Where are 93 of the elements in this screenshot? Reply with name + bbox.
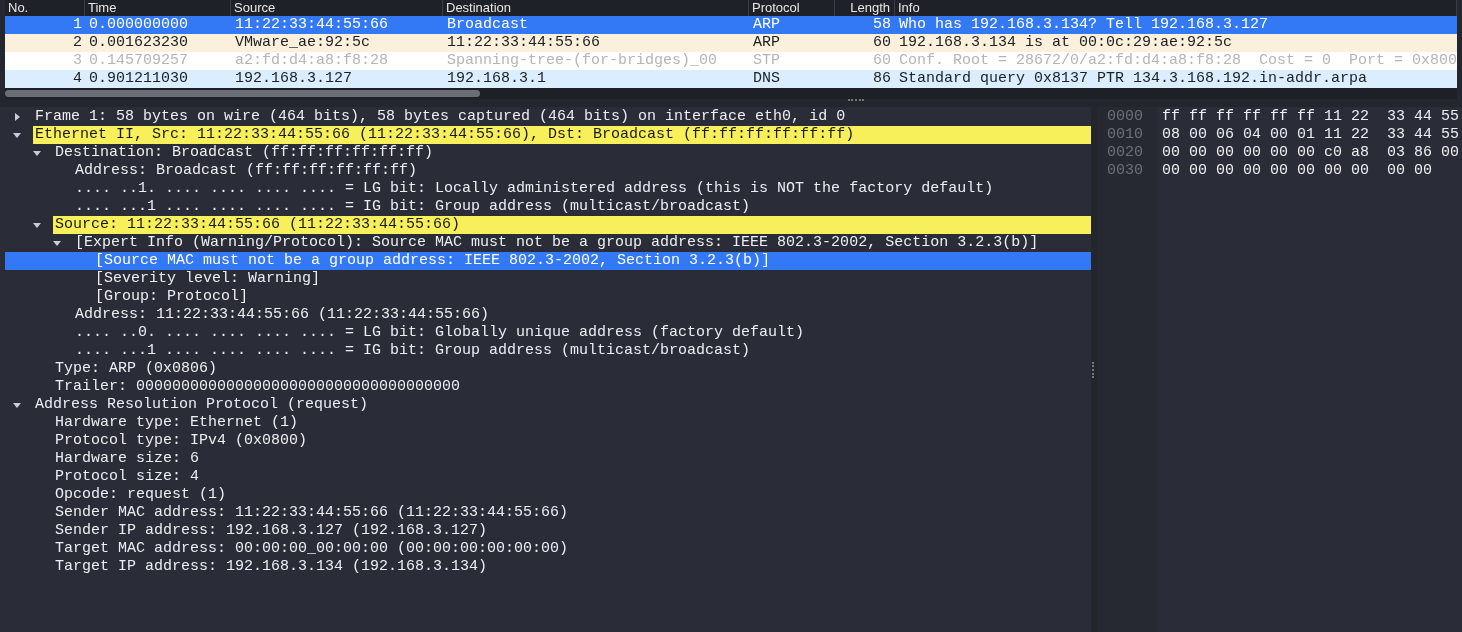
table-cell-text: 3 [71,52,83,70]
tree-row[interactable]: Trailer: 000000000000000000000000000000000000 [5,378,1091,396]
table-cell-text: Who has 192.168.3.134? Tell 192.168.3.127 [898,16,1270,34]
table-cell-text: STP [751,52,781,70]
byte-offset: 0010 [1107,126,1144,144]
field-text: Frame 1: 58 bytes on wire (464 bits), 58 bytes captured (464 bits) on interface eth0, id 0 [34,108,847,126]
tree-row[interactable]: Sender MAC address: 11:22:33:44:55:66 (11:22:33:44:55:66) [5,504,1091,522]
field-text: .... ..1. .... .... .... .... = LG bit: Locally administered address (this is NOT the factory default) [74,180,995,198]
field-text: Sender MAC address: 11:22:33:44:55:66 (11:22:33:44:55:66) [54,504,570,522]
field-text: Address Resolution Protocol (request) [34,396,370,414]
tree-row[interactable]: Protocol size: 4 [5,468,1091,486]
tree-row[interactable]: Protocol type: IPv4 (0x0800) [5,432,1091,450]
table-cell-text: Conf. Root = 28672/0/a2:fd:d4:a8:f8:28 Cost = 0 Port = 0x800 [897,52,1457,70]
field-text: Hardware size: 6 [54,450,201,468]
table-cell-text: 192.168.3.134 is at 00:0c:29:ae:92:5c [898,34,1234,52]
field-text: Opcode: request (1) [54,486,228,504]
table-cell-text: 1 [72,16,83,34]
byte-offset: 0020 [1107,144,1144,162]
hex-bytes: 00 00 00 00 00 00 00 00 00 00 [1162,162,1434,180]
tree-row[interactable]: Frame 1: 58 bytes on wire (464 bits), 58 bytes captured (464 bits) on interface eth0, id 0 [5,108,1091,126]
tree-row[interactable]: Destination: Broadcast (ff:ff:ff:ff:ff:ff) [5,144,1091,162]
table-cell-text: Broadcast [446,16,529,34]
table-cell-text: ARP [752,34,781,52]
collapse-arrow-icon[interactable] [13,401,21,409]
table-cell-text: Spanning-tree-(for-bridges)_00 [445,52,718,70]
field-text: .... ...1 .... .... .... .... = IG bit: Group address (multicast/broadcast) [74,342,752,360]
scrollbar-thumb[interactable] [5,90,480,97]
field-text: Address: Broadcast (ff:ff:ff:ff:ff:ff) [74,162,419,180]
field-text: Protocol type: IPv4 (0x0800) [54,432,309,450]
field-text: .... ..0. .... .... .... .... = LG bit: Globally unique address (factory default) [74,324,806,342]
field-text: Trailer: 000000000000000000000000000000000000 [54,378,462,396]
table-cell-text: 192.168.3.1 [446,70,548,88]
collapse-arrow-icon[interactable] [33,149,41,157]
collapse-arrow-icon[interactable] [33,221,41,229]
tree-row[interactable]: Address: Broadcast (ff:ff:ff:ff:ff:ff) [5,162,1091,180]
tree-row[interactable]: Sender IP address: 192.168.3.127 (192.168.3.127) [5,522,1091,540]
field-text: Protocol size: 4 [54,468,201,486]
table-cell-text: ARP [752,16,781,34]
table-cell-text: 0.000000000 [88,16,190,34]
tree-row[interactable]: Type: ARP (0x0806) [5,360,1091,378]
byte-offset: 0000 [1107,108,1144,126]
field-text: Address: 11:22:33:44:55:66 (11:22:33:44:55:66) [74,306,491,324]
table-cell-text: 11:22:33:44:55:66 [446,34,602,52]
table-cell-text: 60 [871,52,892,70]
field-text: Target IP address: 192.168.3.134 (192.168.3.134) [54,558,489,576]
tree-row[interactable]: Target MAC address: 00:00:00_00:00:00 (00:00:00:00:00:00) [5,540,1091,558]
table-cell-text: 0.901211030 [88,70,190,88]
field-text: Destination: Broadcast (ff:ff:ff:ff:ff:ff) [54,144,435,162]
field-text: [Source MAC must not be a group address: IEEE 802.3-2002, Section 3.2.3(b)] [94,252,772,270]
table-cell-text: 58 [872,16,892,34]
tree-row[interactable]: .... ...1 .... .... .... .... = IG bit: Group address (multicast/broadcast) [5,342,1091,360]
table-cell-text: 0.001623230 [88,34,190,52]
field-text: [Severity level: Warning] [94,270,322,288]
tree-row[interactable]: [Severity level: Warning] [5,270,1091,288]
table-cell-text: 4 [72,70,83,88]
tree-row[interactable]: [Group: Protocol] [5,288,1091,306]
tree-row[interactable]: Hardware size: 6 [5,450,1091,468]
tree-row[interactable]: .... ...1 .... .... .... .... = IG bit: Group address (multicast/broadcast) [5,198,1091,216]
packet-row[interactable]: 2 0.001623230 VMware_ae:92:5c 11:22:33:44:55:66 ARP 60 192.168.3.134 is at 00:0c:29:ae:92:5c [5,34,1457,52]
table-cell-text: 86 [872,70,892,88]
table-cell-text: 0.145709257 [88,52,189,70]
byte-offset: 0030 [1107,162,1144,180]
expand-arrow-icon[interactable] [13,113,21,121]
splitter-handle[interactable] [848,99,864,103]
tree-row[interactable]: Address Resolution Protocol (request) [5,396,1091,414]
table-cell-text: VMware_ae:92:5c [234,34,372,52]
tree-row[interactable]: Target IP address: 192.168.3.134 (192.168.3.134) [5,558,1091,576]
tree-row[interactable]: [Source MAC must not be a group address: IEEE 802.3-2002, Section 3.2.3(b)] [5,252,1091,270]
tree-row[interactable]: Address: 11:22:33:44:55:66 (11:22:33:44:55:66) [5,306,1091,324]
hex-bytes: ff ff ff ff ff ff 11 22 33 44 55 [1162,108,1461,126]
table-cell-text: 11:22:33:44:55:66 [234,16,390,34]
field-text: [Group: Protocol] [94,288,250,306]
tree-row[interactable]: Opcode: request (1) [5,486,1091,504]
field-text: Target MAC address: 00:00:00_00:00:00 (00:00:00:00:00:00) [54,540,570,558]
collapse-arrow-icon[interactable] [53,239,61,247]
table-cell-text: 2 [72,34,83,52]
table-cell-text: 192.168.3.127 [234,70,354,88]
table-cell-text: a2:fd:d4:a8:f8:28 [233,52,389,70]
packet-row[interactable]: 1 0.000000000 11:22:33:44:55:66 Broadcast ARP 58 Who has 192.168.3.134? Tell 192.168.3.127 [5,16,1457,34]
field-text: .... ...1 .... .... .... .... = IG bit: Group address (multicast/broadcast) [74,198,752,216]
field-text: Sender IP address: 192.168.3.127 (192.168.3.127) [54,522,489,540]
table-cell-text: DNS [752,70,781,88]
hex-bytes: 08 00 06 04 00 01 11 22 33 44 55 [1162,126,1461,144]
collapse-arrow-icon[interactable] [13,131,21,139]
field-text: Type: ARP (0x0806) [54,360,219,378]
hex-bytes: 00 00 00 00 00 00 c0 a8 03 86 00 [1162,144,1461,162]
tree-row[interactable]: .... ..1. .... .... .... .... = LG bit: Locally administered address (this is NOT the factory default) [5,180,1091,198]
tree-row[interactable]: .... ..0. .... .... .... .... = LG bit: Globally unique address (factory default) [5,324,1091,342]
table-cell-text: Standard query 0x8137 PTR 134.3.168.192.in-addr.arpa [898,70,1369,88]
field-text: Hardware type: Ethernet (1) [54,414,300,432]
tree-row[interactable]: Hardware type: Ethernet (1) [5,414,1091,432]
packet-row[interactable]: 4 0.901211030 192.168.3.127 192.168.3.1 DNS 86 Standard query 0x8137 PTR 134.3.168.192.in-addr.arpa [5,70,1457,88]
table-cell-text: 60 [872,34,892,52]
